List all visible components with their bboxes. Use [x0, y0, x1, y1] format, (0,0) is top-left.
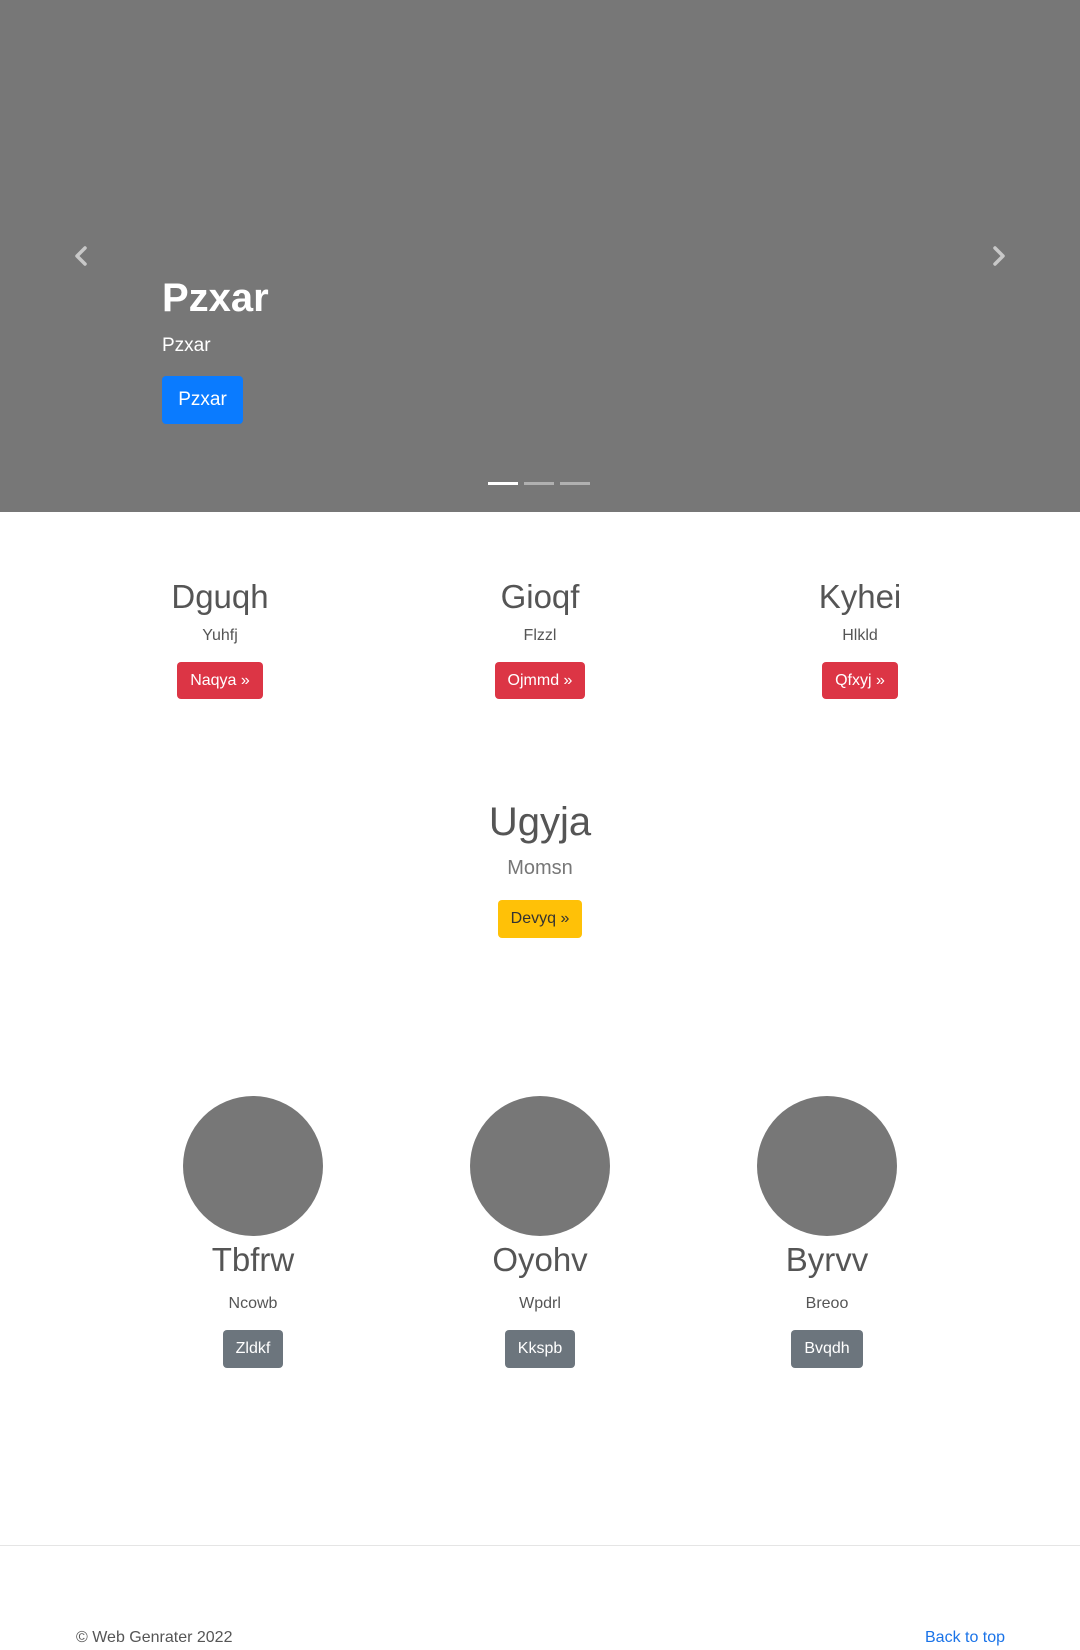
copyright-text: © Web Genrater 2022 [76, 1629, 233, 1646]
feature-text: Hlkld [842, 627, 878, 644]
back-to-top-link[interactable]: Back to top [925, 1629, 1005, 1647]
person-card-1: Tbfrw Ncowb Zldkf [133, 1096, 373, 1368]
center-title: Ugyja [488, 800, 592, 844]
person-button[interactable]: Kkspb [504, 1330, 576, 1368]
feature-title: Dguqh [171, 578, 269, 615]
hero-cta-button[interactable]: Pzxar [162, 376, 243, 424]
person-name: Oyohv [492, 1241, 588, 1278]
carousel-prev-button[interactable] [67, 240, 95, 272]
avatar [757, 1096, 897, 1236]
person-name: Tbfrw [211, 1241, 295, 1278]
footer-divider [0, 1545, 1080, 1546]
carousel-next-button[interactable] [985, 240, 1013, 272]
feature-button[interactable]: Naqya » [177, 662, 263, 699]
person-text: Breoo [805, 1295, 849, 1312]
carousel-caption: Pzxar Pzxar [162, 272, 269, 358]
hero-subtitle: Pzxar [162, 335, 211, 356]
carousel-indicator-3[interactable] [560, 482, 590, 485]
feature-column-3: Kyhei Hlkld Qfxyj » [730, 572, 990, 699]
feature-title: Kyhei [818, 578, 902, 615]
person-button[interactable]: Bvqdh [791, 1330, 863, 1368]
feature-text: Flzzl [523, 627, 557, 644]
center-section: Ugyja Momsn Devyq » [390, 796, 690, 938]
carousel-indicator-2[interactable] [524, 482, 554, 485]
feature-title: Gioqf [500, 578, 580, 615]
feature-button[interactable]: Qfxyj » [822, 662, 898, 699]
feature-text: Yuhfj [202, 627, 238, 644]
person-text: Wpdrl [519, 1295, 561, 1312]
chevron-right-icon [993, 246, 1005, 266]
feature-column-1: Dguqh Yuhfj Naqya » [90, 572, 350, 699]
person-card-2: Oyohv Wpdrl Kkspb [420, 1096, 660, 1368]
center-text: Momsn [507, 857, 573, 879]
chevron-left-icon [75, 246, 87, 266]
person-card-3: Byrvv Breoo Bvqdh [707, 1096, 947, 1368]
person-name: Byrvv [785, 1241, 869, 1278]
carousel-indicator-1[interactable] [488, 482, 518, 485]
center-button[interactable]: Devyq » [497, 900, 583, 938]
feature-column-2: Gioqf Flzzl Ojmmd » [410, 572, 670, 699]
carousel-indicators [488, 482, 590, 485]
hero-carousel: Pzxar Pzxar Pzxar [0, 0, 1080, 512]
person-button[interactable]: Zldkf [222, 1330, 284, 1368]
hero-title: Pzxar [162, 276, 269, 320]
avatar [470, 1096, 610, 1236]
feature-button[interactable]: Ojmmd » [494, 662, 586, 699]
person-text: Ncowb [228, 1295, 278, 1312]
avatar [183, 1096, 323, 1236]
